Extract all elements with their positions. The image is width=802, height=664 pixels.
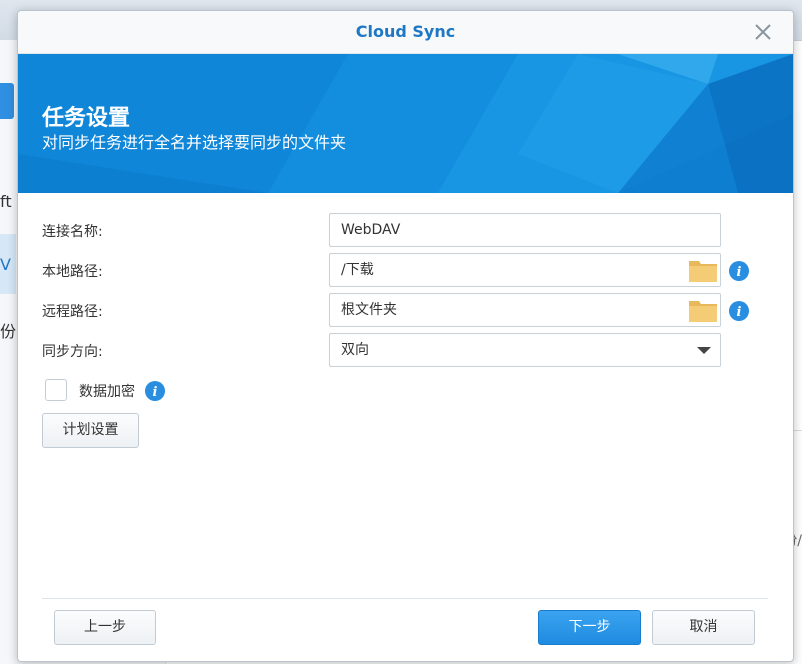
next-button[interactable]: 下一步 bbox=[538, 610, 641, 645]
remote-path-input[interactable]: 根文件夹 bbox=[329, 293, 721, 327]
info-icon[interactable]: i bbox=[145, 381, 165, 401]
remote-path-label: 远程路径: bbox=[42, 304, 103, 320]
local-path-value: /下载 bbox=[341, 262, 374, 278]
sync-direction-select[interactable]: 双向 bbox=[329, 333, 721, 367]
banner-title: 任务设置 bbox=[42, 106, 131, 131]
info-icon[interactable]: i bbox=[729, 261, 749, 281]
encrypt-label: 数据加密 bbox=[79, 384, 135, 400]
folder-icon[interactable] bbox=[688, 297, 718, 323]
background-side-text: V bbox=[0, 255, 11, 274]
task-settings-banner: 任务设置 对同步任务进行全名并选择要同步的文件夹 bbox=[18, 54, 793, 193]
background-side-text: ft bbox=[0, 192, 12, 211]
chevron-down-icon[interactable] bbox=[697, 347, 711, 354]
encrypt-checkbox[interactable] bbox=[45, 379, 67, 401]
svg-text:i: i bbox=[153, 385, 158, 400]
footer-divider bbox=[42, 598, 768, 599]
svg-text:i: i bbox=[737, 265, 742, 280]
background-blue-button bbox=[0, 83, 14, 119]
local-path-label: 本地路径: bbox=[42, 264, 103, 280]
sync-direction-value: 双向 bbox=[341, 342, 369, 358]
cloud-sync-dialog: Cloud Sync 任务设置 对同步任务进行全名并选择要同步的文件夹 连接名称… bbox=[17, 10, 794, 662]
banner-background-art bbox=[18, 54, 793, 193]
back-button[interactable]: 上一步 bbox=[54, 610, 156, 645]
sync-direction-label: 同步方向: bbox=[42, 344, 103, 360]
connection-name-label: 连接名称: bbox=[42, 224, 103, 240]
schedule-settings-button[interactable]: 计划设置 bbox=[42, 413, 139, 448]
connection-name-value: WebDAV bbox=[341, 222, 401, 238]
close-icon[interactable] bbox=[751, 20, 775, 44]
remote-path-value: 根文件夹 bbox=[341, 302, 397, 318]
dialog-title: Cloud Sync bbox=[355, 22, 456, 41]
folder-icon[interactable] bbox=[688, 257, 718, 283]
info-icon[interactable]: i bbox=[729, 301, 749, 321]
local-path-input[interactable]: /下载 bbox=[329, 253, 721, 287]
dialog-titlebar[interactable]: Cloud Sync bbox=[18, 11, 793, 54]
cancel-button[interactable]: 取消 bbox=[652, 610, 755, 645]
svg-text:i: i bbox=[737, 305, 742, 320]
banner-subtitle: 对同步任务进行全名并选择要同步的文件夹 bbox=[42, 133, 347, 152]
background-side-text: 份 bbox=[0, 322, 17, 341]
connection-name-input[interactable]: WebDAV bbox=[329, 213, 721, 247]
